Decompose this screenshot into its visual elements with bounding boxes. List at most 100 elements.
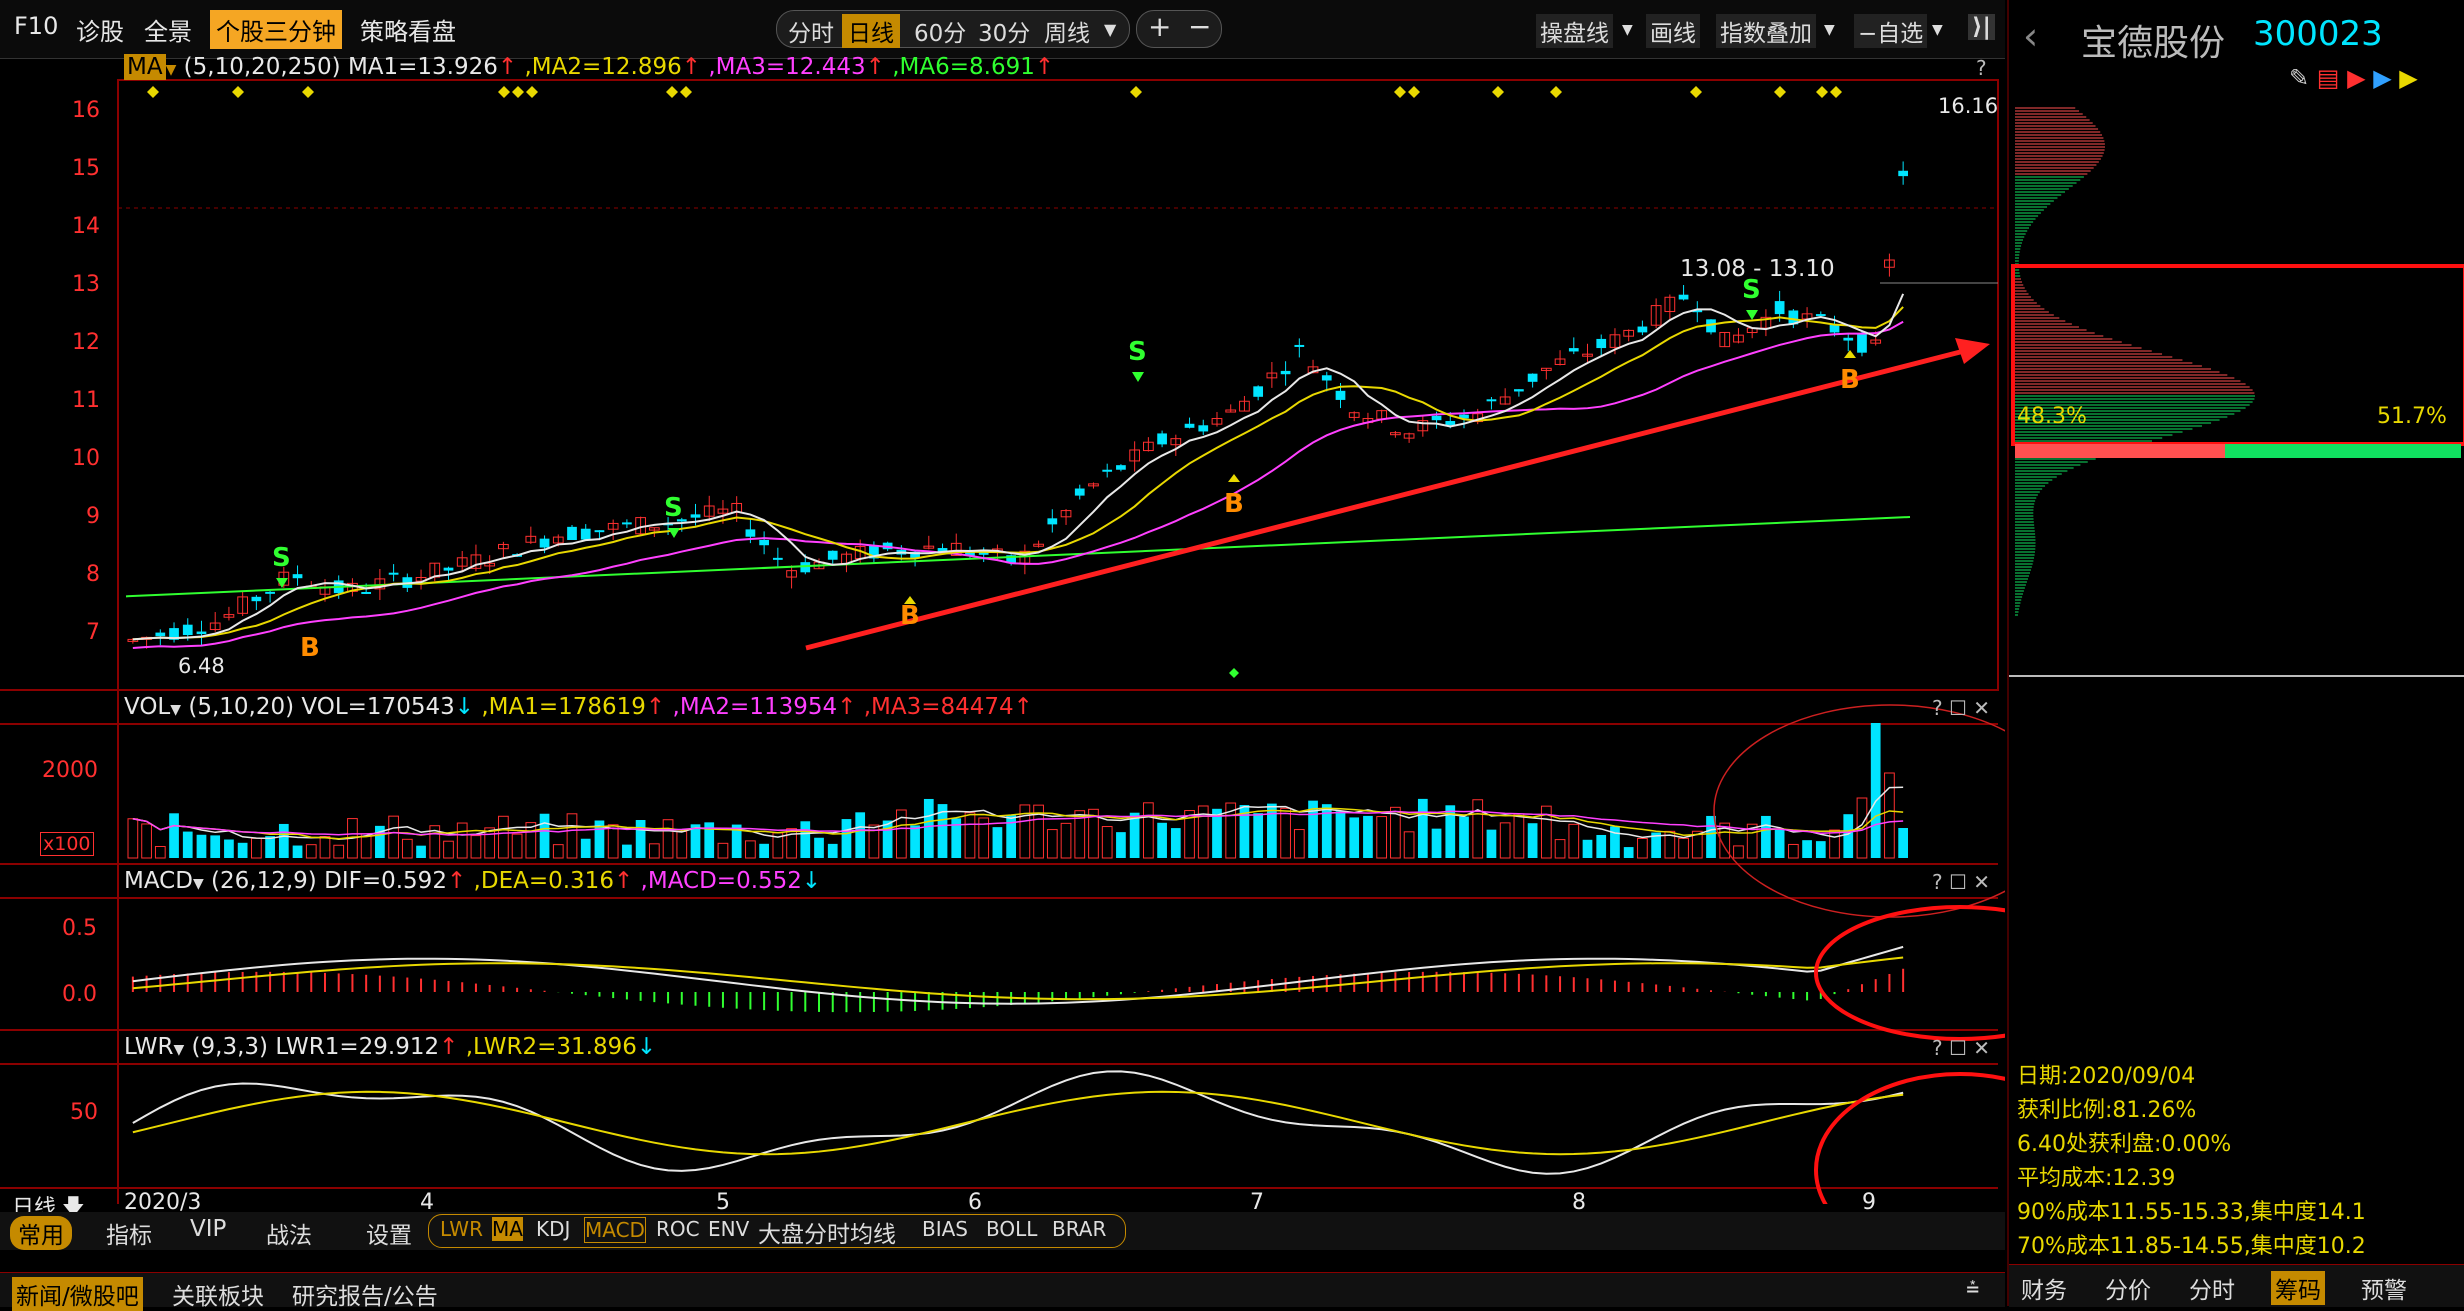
macd-pane-controls[interactable]: ? ☐ ✕ xyxy=(1932,870,1990,894)
ma-dropdown-icon[interactable]: ▼ xyxy=(166,62,177,78)
volume-bar xyxy=(1101,826,1113,859)
draw-line-button[interactable]: 画线 xyxy=(1646,14,1700,48)
indicator-tab-macd[interactable]: MACD xyxy=(584,1217,646,1243)
op-line-dropdown-icon[interactable]: ▼ xyxy=(1622,22,1633,38)
lwr-indicator-header: LWR▼ (9,3,3) LWR1=29.912↑ ,LWR2=31.896↓ xyxy=(124,1034,657,1060)
watchlist-dropdown-icon[interactable]: ▼ xyxy=(1932,22,1943,38)
period-daily-tab[interactable]: 日线 xyxy=(842,14,900,48)
indicator-tab-roc[interactable]: ROC xyxy=(656,1217,700,1241)
settings-button[interactable]: 设置 xyxy=(366,1216,412,1250)
candle-body xyxy=(759,539,769,546)
chips-tab[interactable]: 筹码 xyxy=(2271,1271,2325,1305)
volume-bar xyxy=(1459,816,1469,858)
flag-yellow-icon[interactable]: ▶ xyxy=(2399,64,2417,92)
index-overlay-button[interactable]: 指数叠加 xyxy=(1716,14,1816,48)
common-tab[interactable]: 常用 xyxy=(10,1216,72,1250)
candlesticks[interactable] xyxy=(127,161,1908,649)
op-line-button[interactable]: 操盘线 xyxy=(1536,14,1613,48)
period-dropdown-icon[interactable]: ▼ xyxy=(1104,20,1116,39)
lwr-pane-controls[interactable]: ? ☐ ✕ xyxy=(1932,1036,1990,1060)
vol-indicator-header: VOL▼ (5,10,20) VOL=170543↓ ,MA1=178619↑ … xyxy=(124,694,1033,720)
indicator-tab-boll[interactable]: BOLL xyxy=(986,1217,1037,1241)
macd-indicator-selector[interactable]: MACD xyxy=(124,868,193,894)
ma-indicator-header: MA ▼ (5,10,20,250) MA1=13.926↑ ,MA2=12.89… xyxy=(124,54,1054,80)
strategy-button[interactable]: 策略看盘 xyxy=(360,12,456,47)
sell-signal[interactable]: S xyxy=(664,493,683,523)
volume-bar xyxy=(910,825,920,858)
indicator-tab-kdj[interactable]: KDJ xyxy=(536,1217,570,1241)
stock-code: 300023 xyxy=(2253,14,2383,54)
buy-signal[interactable]: B xyxy=(1840,365,1860,395)
index-overlay-dropdown-icon[interactable]: ▼ xyxy=(1824,22,1835,38)
volume-bar xyxy=(1253,813,1264,858)
period-weekly-tab[interactable]: 周线 xyxy=(1044,14,1090,48)
ma-params: (5,10,20,250) xyxy=(183,54,341,80)
volume-bar xyxy=(456,822,468,859)
macd-value: ,MACD=0.552 xyxy=(640,868,802,894)
eraser-icon[interactable]: ✎ xyxy=(2289,64,2309,92)
indicator-tab-ma[interactable]: MA xyxy=(492,1217,523,1241)
flag-red-icon[interactable]: ▶ xyxy=(2347,64,2365,92)
sell-signal[interactable]: S xyxy=(272,543,291,573)
macd-dropdown-icon[interactable]: ▼ xyxy=(193,876,204,892)
indicator-tab-bias[interactable]: BIAS xyxy=(922,1217,968,1241)
candle-body xyxy=(1815,314,1826,317)
zoom-in-button[interactable]: + xyxy=(1148,10,1171,43)
loss-percent: 48.3% xyxy=(2017,404,2087,429)
price-axis: 16 15 14 13 12 11 10 9 8 7 xyxy=(0,80,112,690)
collapse-panel-button[interactable]: ⟩| xyxy=(1968,14,1995,40)
sell-signal[interactable]: S xyxy=(1128,337,1147,367)
indicator-menu[interactable]: 指标 xyxy=(106,1216,152,1250)
chart-canvas[interactable]: S S S S B B B B xyxy=(0,58,2005,1204)
ma-indicator-selector[interactable]: MA xyxy=(124,54,166,80)
lwr-dropdown-icon[interactable]: ▼ xyxy=(173,1042,184,1058)
period-intraday-tab[interactable]: 分时 xyxy=(788,14,834,48)
vol-unit: x100 xyxy=(40,832,94,856)
indicator-tab-lwr[interactable]: LWR xyxy=(440,1217,483,1241)
stock-3min-button[interactable]: 个股三分钟 xyxy=(210,10,342,49)
back-icon[interactable]: ‹ xyxy=(2023,14,2038,58)
expand-news-icon[interactable]: ⩮ xyxy=(1966,1275,1979,1301)
volume-bar xyxy=(745,840,756,859)
indicator-tab-env[interactable]: ENV xyxy=(708,1217,749,1241)
vol-dropdown-icon[interactable]: ▼ xyxy=(170,702,181,718)
chip-info-profit-ratio: 获利比例:81.26% xyxy=(2017,1098,2197,1123)
vip-menu[interactable]: VIP xyxy=(190,1216,226,1242)
finance-tab[interactable]: 财务 xyxy=(2021,1271,2067,1305)
lwr-indicator-selector[interactable]: LWR xyxy=(124,1034,173,1060)
alert-tab[interactable]: 预警 xyxy=(2361,1271,2407,1305)
candle-body xyxy=(1527,373,1538,382)
price-range-label: 13.08 - 13.10 xyxy=(1680,256,1835,282)
overview-button[interactable]: 全景 xyxy=(144,12,192,47)
buy-signal[interactable]: B xyxy=(900,601,920,631)
watchlist-button[interactable]: −自选 xyxy=(1854,14,1928,48)
flag-blue-icon[interactable]: ▶ xyxy=(2373,64,2391,92)
indicator-tab-market-avg[interactable]: 大盘分时均线 xyxy=(758,1215,896,1249)
tactics-menu[interactable]: 战法 xyxy=(266,1216,312,1250)
price-dist-tab[interactable]: 分价 xyxy=(2105,1271,2151,1305)
intraday-tab[interactable]: 分时 xyxy=(2189,1271,2235,1305)
vol-pane-controls[interactable]: ? ☐ ✕ xyxy=(1932,696,1990,720)
trade-signals[interactable]: S S S S B B B B xyxy=(272,275,1860,663)
buy-signal[interactable]: B xyxy=(1224,489,1244,519)
volume-bar xyxy=(292,845,303,858)
help-icon[interactable]: ? xyxy=(1976,56,1987,80)
sell-arrow-icon xyxy=(668,528,680,538)
volume-bar xyxy=(1829,829,1840,859)
chip-list-icon[interactable]: ▤ xyxy=(2317,64,2340,92)
price-tick: 13 xyxy=(72,272,100,297)
event-markers[interactable] xyxy=(147,86,1842,98)
candle-body xyxy=(1280,370,1291,375)
chip-tool-icons: ✎ ▤ ▶ ▶ ▶ xyxy=(2289,64,2418,92)
zoom-out-button[interactable]: − xyxy=(1188,10,1211,43)
indicator-tab-brar[interactable]: BRAR xyxy=(1052,1217,1106,1241)
f10-button[interactable]: F10 xyxy=(14,12,58,40)
buy-signal[interactable]: B xyxy=(300,633,320,663)
high-price-label: 16.16 xyxy=(1938,94,1999,118)
period-30min-tab[interactable]: 30分 xyxy=(978,14,1030,48)
vol-indicator-selector[interactable]: VOL xyxy=(124,694,170,720)
diagnose-button[interactable]: 诊股 xyxy=(76,12,124,47)
volume-bar xyxy=(855,812,866,858)
period-60min-tab[interactable]: 60分 xyxy=(914,14,966,48)
volume-bar xyxy=(1157,822,1167,858)
